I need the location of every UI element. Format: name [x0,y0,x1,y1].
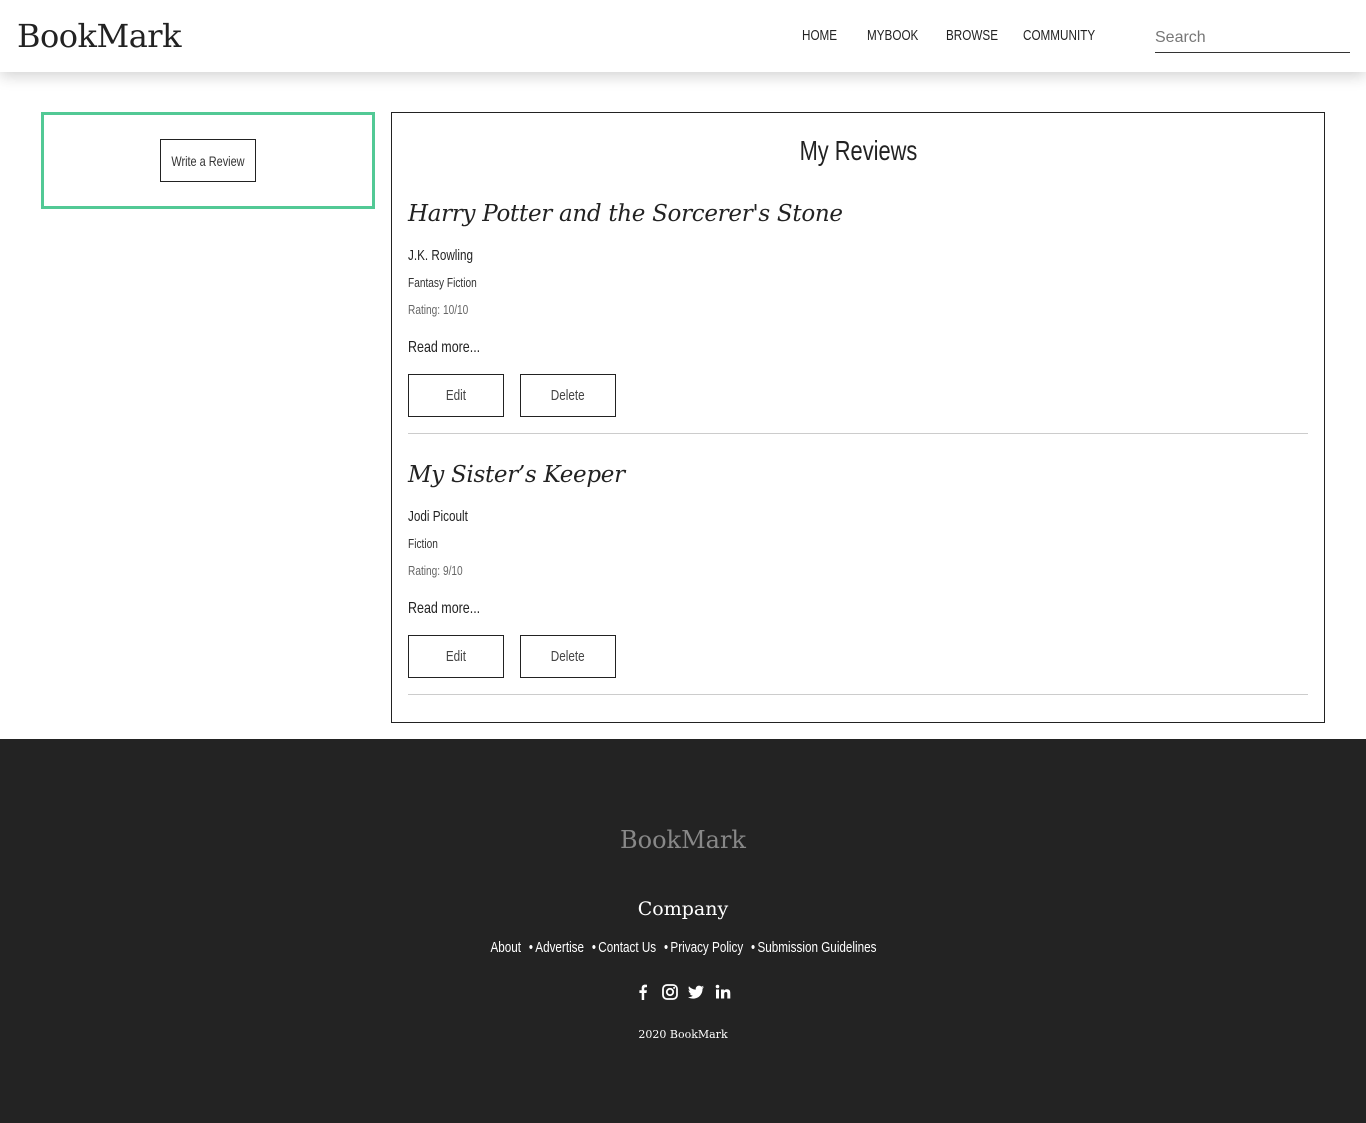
nav-browse[interactable]: BROWSE [946,27,998,44]
facebook-icon[interactable] [634,983,652,1001]
book-author: J.K. Rowling [408,247,474,264]
book-genre: Fantasy Fiction [408,275,477,290]
footer-logo[interactable]: BookMark [0,826,1366,854]
footer-link-contact[interactable]: Contact Us [598,939,656,956]
footer-link-about[interactable]: About [490,939,521,956]
edit-button[interactable]: Edit [408,374,504,417]
instagram-icon[interactable] [661,983,679,1001]
linkedin-icon[interactable] [714,983,732,1001]
twitter-icon[interactable] [687,983,705,1001]
book-rating: Rating: 10/10 [408,302,469,317]
nav-mybook[interactable]: MYBOOK [867,27,918,44]
book-title: My Sister’s Keeper [408,462,625,488]
nav-community[interactable]: COMMUNITY [1023,27,1095,44]
site-logo[interactable]: BookMark [17,17,181,55]
divider [408,433,1308,434]
read-more-link[interactable]: Read more... [408,339,500,357]
book-author: Jodi Picoult [408,508,468,525]
delete-button[interactable]: Delete [520,635,616,678]
write-review-panel: Write a Review [41,112,375,209]
write-review-label: Write a Review [171,152,245,169]
search-input[interactable] [1155,20,1350,53]
nav-home[interactable]: HOME [802,27,837,44]
write-review-button[interactable]: Write a Review [160,139,256,182]
page-title: My Reviews [799,135,917,166]
book-title: Harry Potter and the Sorcerer's Stone [408,201,843,227]
copyright-text: 2020 BookMark [638,1028,728,1041]
divider [408,694,1308,695]
footer-link-privacy[interactable]: Privacy Policy [670,939,743,956]
delete-button[interactable]: Delete [520,374,616,417]
site-header: BookMark HOME MYBOOK BROWSE COMMUNITY [0,0,1366,72]
footer-link-guidelines[interactable]: Submission Guidelines [757,939,876,956]
footer-company-heading: Company [637,898,729,920]
social-links [0,983,1366,1001]
read-more-link[interactable]: Read more... [408,600,500,618]
book-genre: Fiction [408,536,438,551]
footer-links: About • Advertise • Contact Us • Privacy Polic… [489,939,877,956]
book-rating: Rating: 9/10 [408,563,463,578]
edit-button[interactable]: Edit [408,635,504,678]
my-reviews-panel: My Reviews Harry Potter and the Sorcerer… [391,112,1325,723]
site-footer: BookMark Company About • Advertise • Contact… [0,739,1366,1123]
footer-link-advertise[interactable]: Advertise [535,939,584,956]
